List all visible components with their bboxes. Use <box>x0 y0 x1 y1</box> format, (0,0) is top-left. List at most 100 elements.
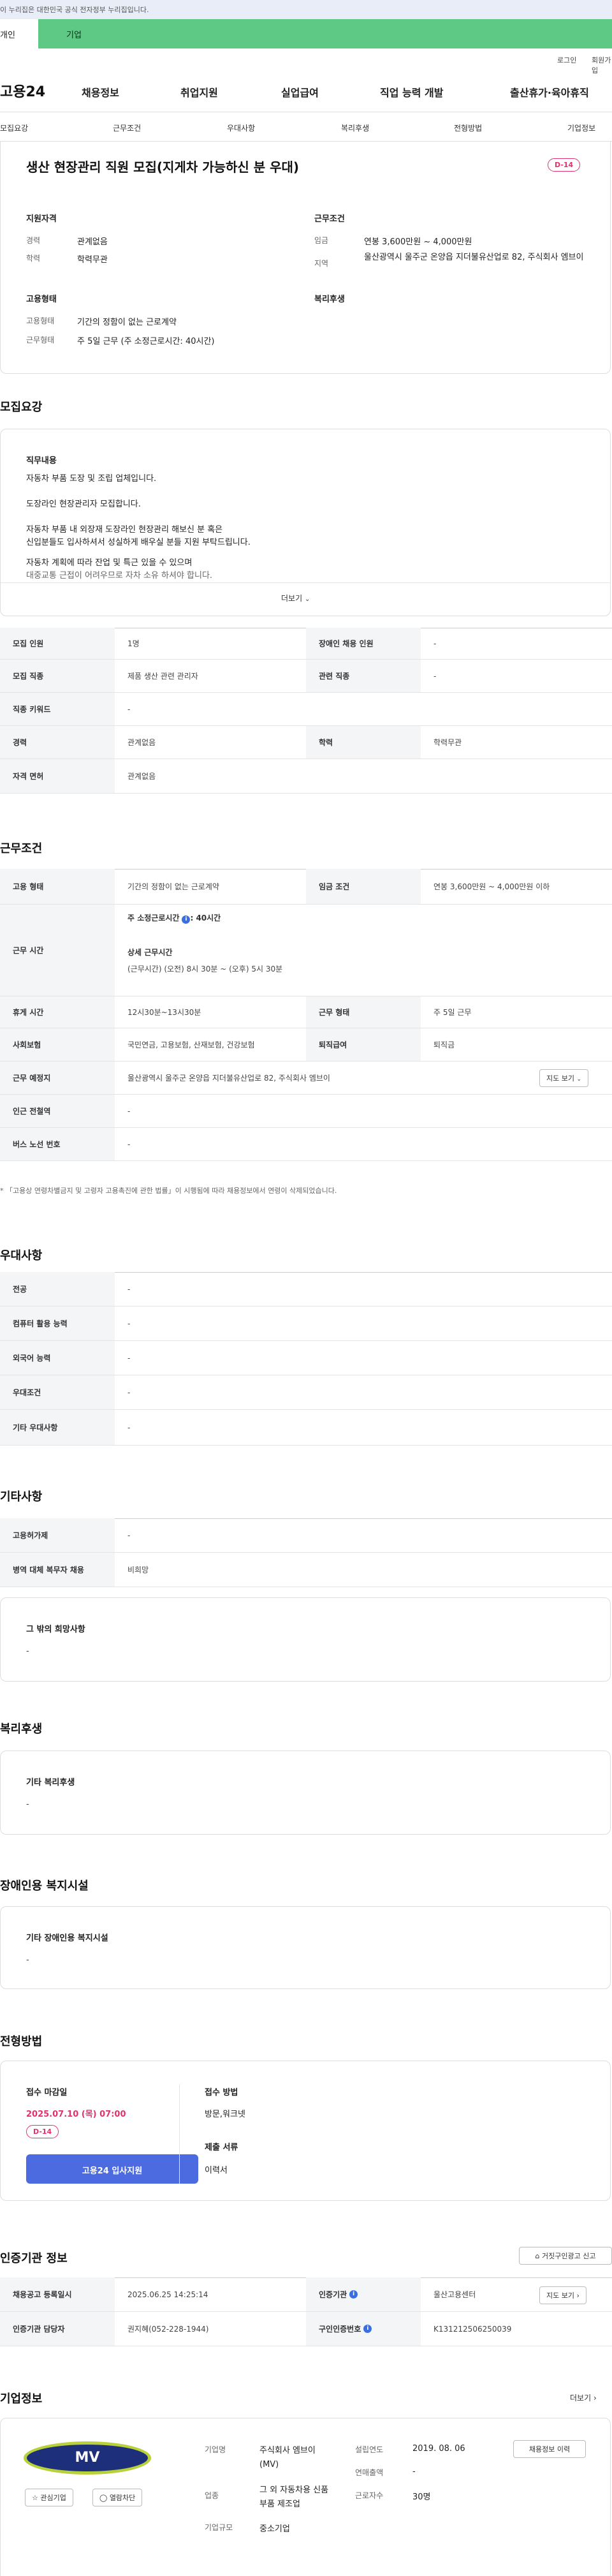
info-icon[interactable]: i <box>349 2290 358 2298</box>
apply-button[interactable]: 고용24 입사지원 <box>26 2154 198 2184</box>
menu-unemployment-benefit[interactable]: 실업급여 <box>281 84 319 100</box>
region-value: 울산광역시 울주군 온양읍 지더불유산업로 82, 주식회사 엠브이 <box>364 253 584 262</box>
emp-type-v: 기간의 정함이 없는 근로계약 <box>127 882 219 891</box>
break-v: 12시30분~13시30분 <box>127 1008 201 1017</box>
conditions-heading: 근무조건 <box>314 214 345 224</box>
company-name-h: 기업명 <box>205 2445 226 2454</box>
menu-parental-leave[interactable]: 출산휴가·육아휴직 <box>510 84 589 100</box>
subway-v: - <box>127 1106 131 1116</box>
military-v: 비희망 <box>127 1566 149 1574</box>
docs-value: 이력서 <box>205 2166 228 2175</box>
company-more-link[interactable]: 더보기 › <box>570 2392 597 2403</box>
gov-banner-text: 이 누리집은 대한민국 공식 전자정부 누리집입니다. <box>0 6 149 14</box>
welfare-title: 기타 복리후생 <box>26 1778 75 1788</box>
interest-label: 관심기업 <box>40 2494 66 2502</box>
related-category-label: 관련 직종 <box>306 660 421 692</box>
agency-heading: 인증기관 정보 <box>0 2252 68 2265</box>
size-h: 기업규모 <box>205 2523 233 2532</box>
tab-selection[interactable]: 전형방법 <box>454 122 482 133</box>
computer-v: - <box>127 1319 131 1328</box>
employees-v: 30명 <box>412 2492 431 2502</box>
eps-h: 고용허가제 <box>0 1518 115 1552</box>
worktype-v: 주 5일 근무 <box>433 1008 472 1017</box>
company-more-label: 더보기 <box>570 2394 592 2402</box>
company-heading: 기업정보 <box>0 2392 43 2406</box>
table-row: 버스 노선 번호 - <box>0 1128 612 1161</box>
tab-company-info[interactable]: 기업정보 <box>567 122 595 133</box>
duty-more-button[interactable]: 더보기 ⌄ <box>281 593 310 603</box>
site-logo[interactable]: 고용24 <box>0 80 45 101</box>
employees-h: 근로자수 <box>355 2491 384 2500</box>
tab-recruit[interactable]: 모집요강 <box>0 122 28 133</box>
duty-more-label: 더보기 <box>281 594 303 603</box>
login-link[interactable]: 로그인 <box>557 55 576 65</box>
disability-value: - <box>26 1955 29 1965</box>
education-value: 학력무관 <box>77 255 108 265</box>
emp-type-label: 고용형태 <box>26 316 55 325</box>
interest-company-button[interactable]: ☆ 관심기업 <box>25 2489 73 2506</box>
info-icon[interactable]: i <box>182 915 191 924</box>
region-label: 지역 <box>314 259 329 268</box>
main-header: 고용24 채용정보 취업지원 실업급여 직업 능력 개발 출산휴가·육아휴직 <box>0 69 612 112</box>
hours-detail-value: (근무시간) (오전) 8시 30분 ~ (오후) 5시 30분 <box>127 965 283 973</box>
home-alert-icon: ⌂ <box>535 2252 540 2260</box>
hope-card: 그 밖의 희망사항 - <box>0 1597 611 1682</box>
info-icon[interactable]: i <box>363 2325 372 2333</box>
eps-v: - <box>127 1530 131 1540</box>
founded-h: 설립연도 <box>355 2445 384 2454</box>
emp-type-value: 기간의 정함이 없는 근로계약 <box>77 318 177 327</box>
career-table-value: 관계없음 <box>127 738 156 747</box>
table-row: 직종 키워드 - <box>0 693 612 726</box>
manager-h: 인증기관 담당자 <box>0 2312 115 2346</box>
bus-h: 버스 노선 번호 <box>0 1128 115 1160</box>
report-false-ad-button[interactable]: ⌂ 거짓구인광고 신고 <box>519 2247 612 2265</box>
tab-welfare[interactable]: 복리후생 <box>341 122 369 133</box>
welfare-summary-heading: 복리후생 <box>314 295 345 304</box>
worktype-h: 근무 형태 <box>306 996 421 1028</box>
agency-map-button[interactable]: 지도 보기 › <box>539 2286 586 2304</box>
tab-company-label: 기업 <box>66 31 82 40</box>
career-label: 경력 <box>26 236 41 245</box>
agency-map-label: 지도 보기 <box>546 2291 574 2300</box>
block-icon: ◯ <box>99 2494 108 2502</box>
menu-recruit-info[interactable]: 채용정보 <box>82 84 119 100</box>
hours-main-value: : 40시간 <box>190 914 221 922</box>
job-history-button[interactable]: 채용정보 이력 <box>513 2440 586 2458</box>
report-label: 거짓구인광고 신고 <box>542 2252 596 2260</box>
jobno-h-label: 구인인증번호 <box>319 2325 361 2334</box>
tab-conditions[interactable]: 근무조건 <box>113 122 141 133</box>
tab-preferred[interactable]: 우대사항 <box>227 122 255 133</box>
sales-v: - <box>412 2467 416 2476</box>
tab-personal-label: 개인 <box>0 31 15 40</box>
education-label: 학력 <box>26 254 41 263</box>
menu-vocational-training[interactable]: 직업 능력 개발 <box>380 84 443 100</box>
table-row: 컴퓨터 활용 능력 - <box>0 1307 612 1341</box>
agency-h: 인증기관 i <box>306 2277 421 2311</box>
disability-card: 기타 장애인용 복지시설 - <box>0 1906 611 1989</box>
table-row: 자격 면허 관계없음 <box>0 759 612 794</box>
career-value: 관계없음 <box>77 237 108 247</box>
duty-line: 자동차 부품 도장 및 조립 업체입니다. <box>26 474 157 484</box>
menu-employment-support[interactable]: 취업지원 <box>180 84 218 100</box>
hours-detail-title: 상세 근무시간 <box>127 948 173 957</box>
qualification-heading: 지원자격 <box>26 214 57 224</box>
reg-date-v: 2025.06.25 14:25:14 <box>127 2290 208 2299</box>
map-view-button[interactable]: 지도 보기 ⌄ <box>539 1069 589 1087</box>
break-h: 휴게 시간 <box>0 996 115 1028</box>
dday-badge: D-14 <box>548 158 581 172</box>
education-table-value: 학력무관 <box>433 738 462 747</box>
hope-title: 그 밖의 희망사항 <box>26 1625 85 1634</box>
disability-title: 기타 장애인용 복지시설 <box>26 1934 108 1943</box>
duty-line: 자동차 부품 내 외장재 도장라인 현장관리 해보신 분 혹은 <box>26 525 223 535</box>
block-view-button[interactable]: ◯ 열람차단 <box>92 2489 143 2506</box>
tab-company[interactable]: 기업 <box>38 19 612 48</box>
wage-v: 연봉 3,600만원 ~ 4,000만원 이하 <box>433 882 550 891</box>
sales-h: 연매출액 <box>355 2468 384 2477</box>
table-row: 채용공고 등록일시 2025.06.25 14:25:14 인증기관 i 울산고용… <box>0 2277 612 2312</box>
tab-personal[interactable]: 개인 <box>0 19 38 48</box>
table-row: 근무 예정지 울산광역시 울주군 온양읍 지더불유산업로 82, 주식회사 엠브… <box>0 1062 612 1095</box>
docs-title: 제출 서류 <box>205 2143 238 2152</box>
welfare-card: 기타 복리후생 - <box>0 1751 611 1835</box>
education-table-label: 학력 <box>306 726 421 759</box>
agency-h-label: 인증기관 <box>319 2290 347 2299</box>
